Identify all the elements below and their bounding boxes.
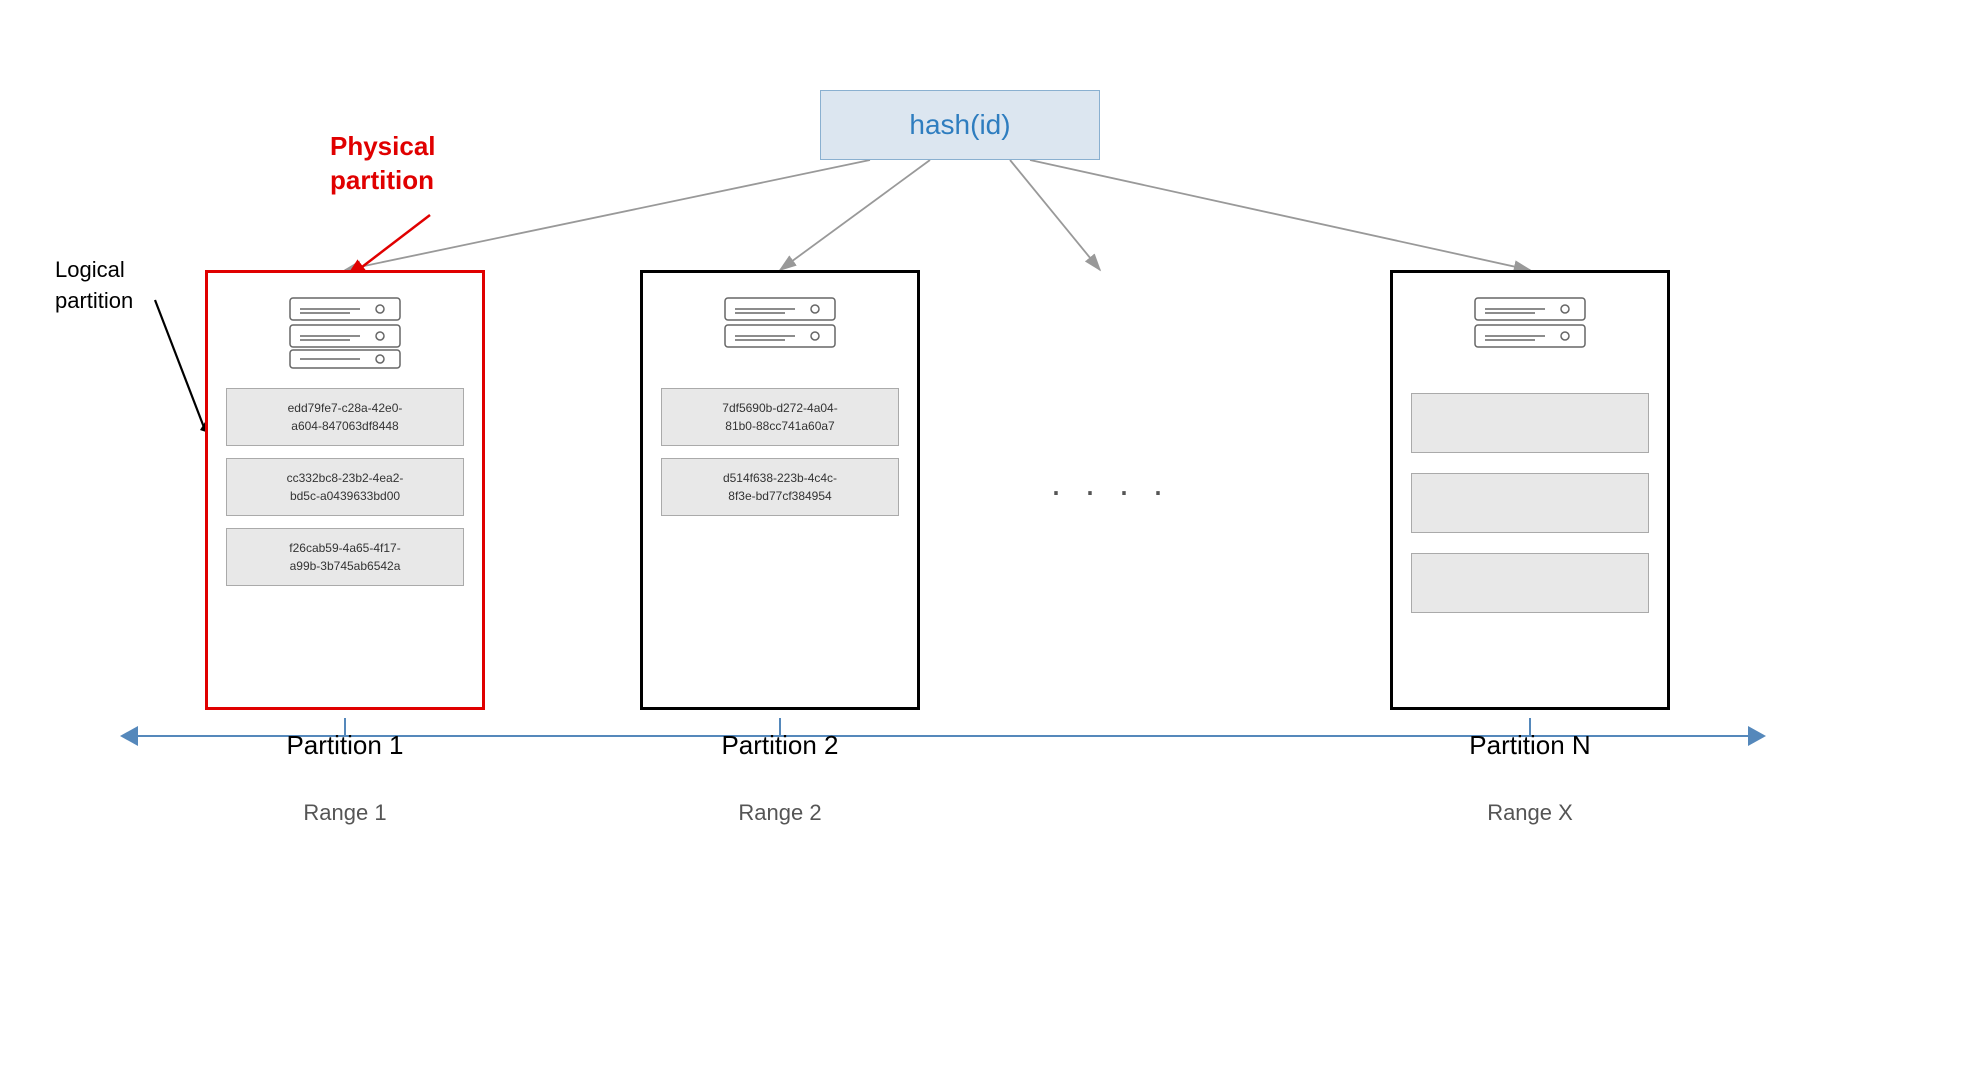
record-pn-3 <box>1411 553 1649 613</box>
server-icon-pn <box>1470 293 1590 373</box>
range-2-label: Range 2 <box>640 800 920 826</box>
physical-partition-label: Physical partition <box>330 130 436 198</box>
range-1-label: Range 1 <box>205 800 485 826</box>
record-p2-2: d514f638-223b-4c4c-8f3e-bd77cf384954 <box>661 458 899 516</box>
server-icon-p1 <box>285 293 405 373</box>
record-p1-1: edd79fe7-c28a-42e0-a604-847063df8448 <box>226 388 464 446</box>
record-p1-2: cc332bc8-23b2-4ea2-bd5c-a0439633bd00 <box>226 458 464 516</box>
partition-n-box <box>1390 270 1670 710</box>
hash-box-label: hash(id) <box>909 109 1010 141</box>
diagram-container: hash(id) Physical partition Logical part… <box>0 0 1970 1089</box>
logical-partition-label: Logical partition <box>55 255 133 317</box>
partition-n-label: Partition N <box>1390 730 1670 761</box>
record-pn-1 <box>1411 393 1649 453</box>
range-n-label: Range X <box>1390 800 1670 826</box>
partition-2-label: Partition 2 <box>640 730 920 761</box>
h-arrow-right <box>1748 726 1766 746</box>
partition-1-label: Partition 1 <box>205 730 485 761</box>
partition-2-box: 7df5690b-d272-4a04-81b0-88cc741a60a7 d51… <box>640 270 920 710</box>
record-pn-2 <box>1411 473 1649 533</box>
partition-1-box: edd79fe7-c28a-42e0-a604-847063df8448 cc3… <box>205 270 485 710</box>
record-p2-1: 7df5690b-d272-4a04-81b0-88cc741a60a7 <box>661 388 899 446</box>
server-icon-p2 <box>720 293 840 373</box>
dots-separator: · · · · <box>1050 470 1170 512</box>
record-p1-3: f26cab59-4a65-4f17-a99b-3b745ab6542a <box>226 528 464 586</box>
h-arrow-left <box>120 726 138 746</box>
hash-box: hash(id) <box>820 90 1100 160</box>
